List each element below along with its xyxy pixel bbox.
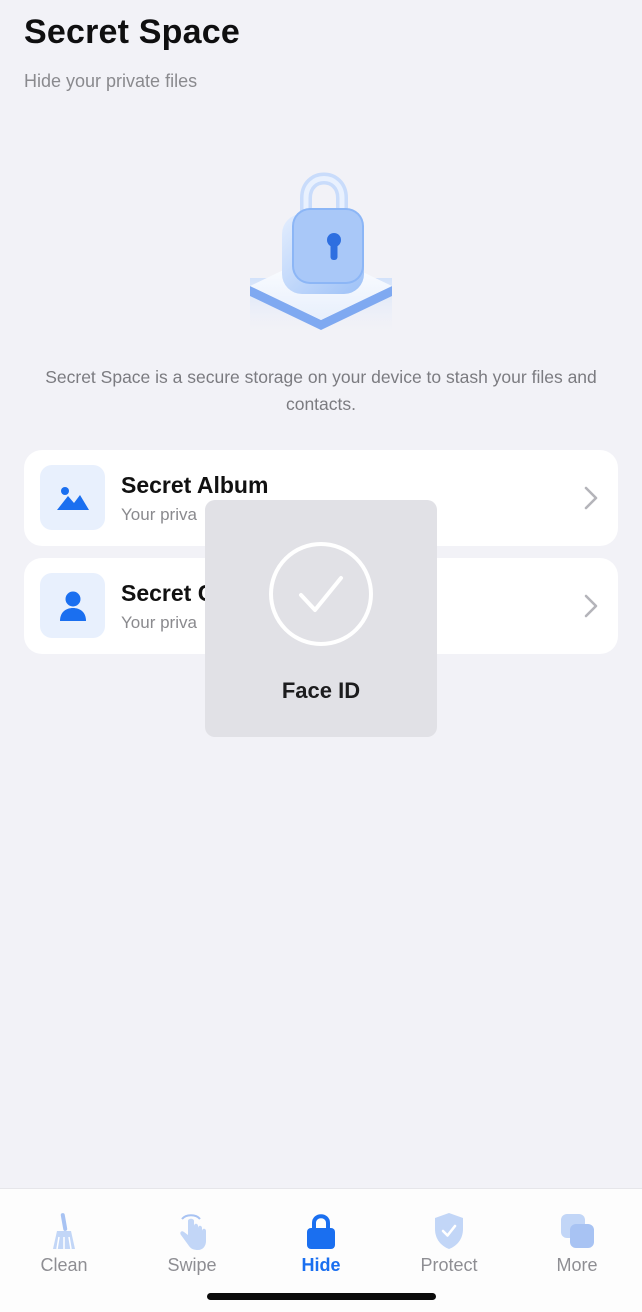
tab-label: Protect — [420, 1255, 478, 1275]
photo-icon — [40, 465, 105, 530]
card-subtitle: Your priva — [121, 613, 197, 632]
home-indicator — [207, 1293, 436, 1300]
face-id-overlay: Face ID — [205, 500, 437, 737]
description-text: Secret Space is a secure storage on your… — [45, 367, 597, 414]
tab-more[interactable]: More — [527, 1211, 627, 1276]
chevron-right-icon — [584, 594, 598, 623]
card-title: Secret Album — [121, 472, 269, 498]
page-subtitle: Hide your private files — [24, 71, 198, 91]
swipe-hand-icon — [142, 1211, 242, 1251]
tab-label: More — [556, 1255, 598, 1275]
header: Secret Space Hide your private files — [24, 12, 240, 92]
broom-icon — [14, 1211, 114, 1251]
checkmark-circle-icon — [267, 540, 375, 653]
tab-label: Clean — [40, 1255, 88, 1275]
padlock-illustration-icon — [244, 168, 398, 338]
tab-hide[interactable]: Hide — [271, 1211, 371, 1276]
shield-check-icon — [399, 1211, 499, 1251]
tab-protect[interactable]: Protect — [399, 1211, 499, 1276]
squares-icon — [527, 1211, 627, 1251]
tab-label: Hide — [301, 1255, 341, 1275]
tab-clean[interactable]: Clean — [14, 1211, 114, 1276]
card-title: Secret C — [121, 580, 215, 606]
chevron-right-icon — [584, 486, 598, 515]
page-title: Secret Space — [24, 13, 240, 51]
face-id-label: Face ID — [281, 678, 361, 703]
tab-swipe[interactable]: Swipe — [142, 1211, 242, 1276]
tab-label: Swipe — [167, 1255, 217, 1275]
lock-icon — [271, 1211, 371, 1251]
person-icon — [40, 573, 105, 638]
card-subtitle: Your priva — [121, 505, 197, 524]
